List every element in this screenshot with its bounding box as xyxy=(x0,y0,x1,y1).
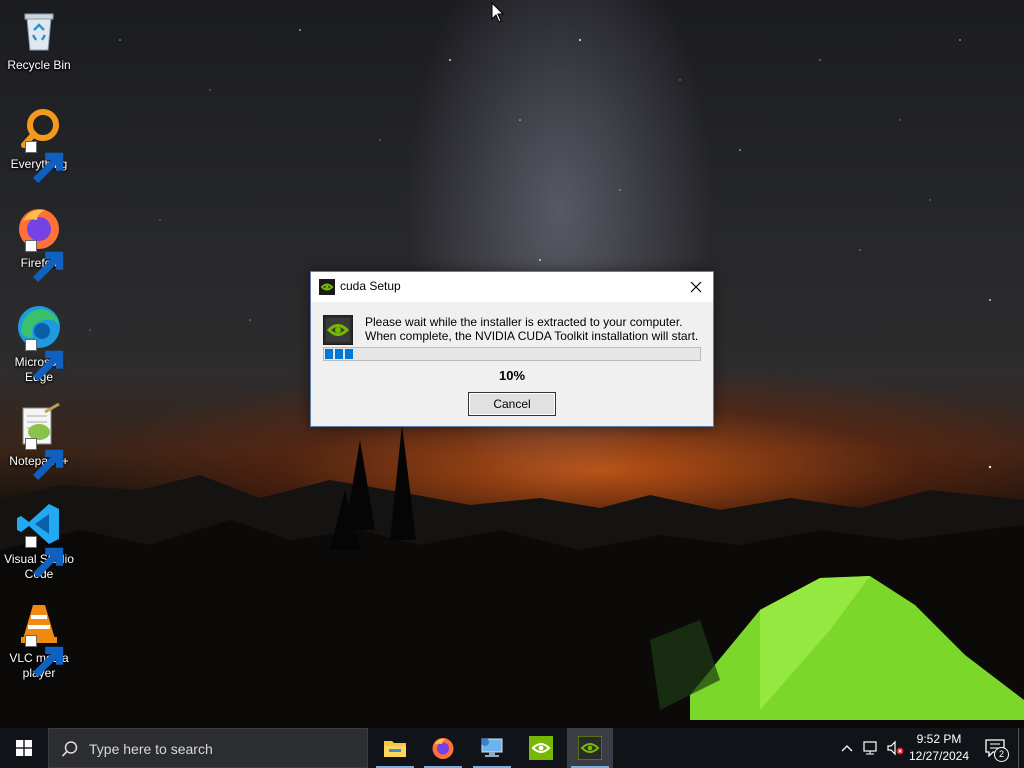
taskbar-app-remote-desktop[interactable] xyxy=(469,728,515,768)
show-hidden-icons-button[interactable] xyxy=(836,728,858,768)
extraction-progress-bar xyxy=(323,347,701,361)
recycle-bin-icon xyxy=(15,6,63,54)
progress-segment xyxy=(345,349,353,359)
message-line-2: When complete, the NVIDIA CUDA Toolkit i… xyxy=(365,329,699,343)
shortcut-arrow-icon xyxy=(25,141,64,183)
notification-count-badge: 2 xyxy=(994,747,1009,762)
remote-desktop-icon xyxy=(481,738,503,757)
start-button[interactable] xyxy=(0,728,48,768)
dialog-title: cuda Setup xyxy=(340,279,401,293)
shortcut-arrow-icon xyxy=(25,240,64,282)
desktop-icon-vscode[interactable]: Visual Studio Code xyxy=(2,500,76,582)
action-center-button[interactable]: 2 xyxy=(978,728,1012,768)
desktop-icon-edge[interactable]: Microsoft Edge xyxy=(2,303,76,385)
taskbar-app-file-explorer[interactable] xyxy=(372,728,418,768)
network-icon xyxy=(863,741,877,755)
progress-fill xyxy=(325,349,362,359)
firefox-icon xyxy=(15,204,64,282)
shortcut-arrow-icon xyxy=(25,536,64,578)
taskbar-app-cuda-setup[interactable] xyxy=(567,728,613,768)
everything-search-icon xyxy=(15,105,64,183)
cancel-button[interactable]: Cancel xyxy=(468,392,556,416)
taskbar-app-firefox[interactable] xyxy=(420,728,466,768)
dialog-titlebar[interactable]: cuda Setup xyxy=(311,272,713,302)
message-line-1: Please wait while the installer is extra… xyxy=(365,315,683,329)
cuda-setup-dialog: cuda Setup Please wait while the install… xyxy=(310,271,714,427)
mouse-cursor-icon xyxy=(491,2,505,23)
progress-segment xyxy=(325,349,333,359)
shortcut-arrow-icon xyxy=(25,339,64,381)
dialog-message: Please wait while the installer is extra… xyxy=(365,315,698,343)
windows-logo-icon xyxy=(16,740,32,756)
search-placeholder: Type here to search xyxy=(89,741,213,757)
close-button[interactable] xyxy=(679,272,713,302)
close-icon xyxy=(690,281,702,293)
desktop-icon-label: Recycle Bin xyxy=(7,58,71,72)
desktop-icon-recycle-bin[interactable]: Recycle Bin xyxy=(2,6,76,73)
clock-date: 12/27/2024 xyxy=(908,749,970,763)
desktop-icon-everything[interactable]: Everything xyxy=(2,105,76,183)
clock-time: 9:52 PM xyxy=(916,732,962,746)
taskbar: Type here to search 9:52 PM 12/27/2024 2 xyxy=(0,728,1024,768)
chevron-up-icon xyxy=(841,745,853,752)
shortcut-arrow-icon xyxy=(25,635,64,677)
nvidia-icon xyxy=(529,736,553,760)
network-status-button[interactable] xyxy=(860,728,882,768)
file-explorer-icon xyxy=(384,741,406,757)
taskbar-clock[interactable]: 9:52 PM 12/27/2024 xyxy=(905,731,973,765)
nvidia-installer-icon xyxy=(323,315,353,345)
mountain-landscape xyxy=(0,425,1024,728)
progress-percent: 10% xyxy=(498,368,526,383)
cuda-setup-icon xyxy=(578,736,602,760)
vscode-icon xyxy=(15,500,64,578)
desktop-icon-firefox[interactable]: Firefox xyxy=(2,204,76,282)
desktop-icon-vlc[interactable]: VLC media player xyxy=(2,599,76,681)
shortcut-arrow-icon xyxy=(25,438,64,480)
notepad-plus-plus-icon xyxy=(15,402,64,480)
show-desktop-button[interactable] xyxy=(1018,728,1024,768)
vlc-icon xyxy=(15,599,64,677)
search-icon xyxy=(61,741,78,757)
nvidia-logo-icon xyxy=(319,279,335,295)
taskbar-app-nvidia[interactable] xyxy=(518,728,564,768)
desktop-icon-notepad-plus-plus[interactable]: Notepad++ xyxy=(2,402,76,480)
volume-button[interactable] xyxy=(884,728,906,768)
firefox-icon xyxy=(432,738,454,759)
taskbar-search-box[interactable]: Type here to search xyxy=(48,728,368,768)
edge-icon xyxy=(15,303,64,381)
volume-muted-icon xyxy=(887,740,904,756)
progress-segment xyxy=(335,349,343,359)
